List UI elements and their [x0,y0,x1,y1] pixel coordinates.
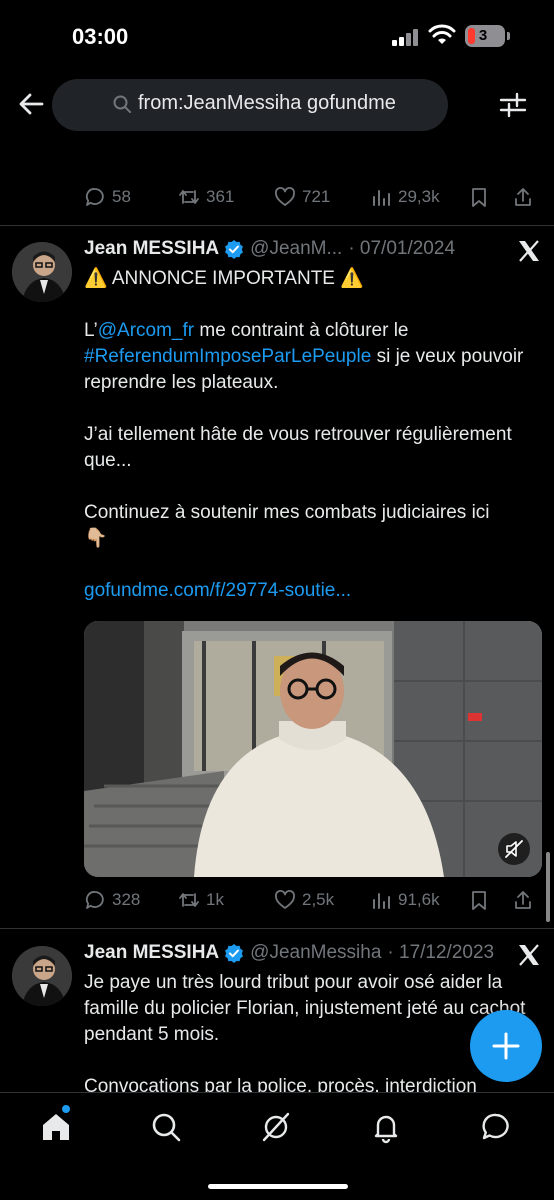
reply-button[interactable]: 58 [84,182,131,212]
notification-dot [62,1105,70,1113]
heart-icon [275,890,295,909]
speaker-muted-icon [505,840,523,858]
bookmark-icon [472,188,486,207]
x-logo-icon [519,944,539,966]
repost-count: 361 [206,187,235,206]
repost-icon [179,190,199,204]
home-indicator [208,1184,348,1189]
repost-button[interactable]: 361 [178,182,234,212]
messages-icon[interactable] [478,1109,514,1145]
heart-icon [275,187,295,206]
views-count: 29,3k [398,187,440,206]
like-count: 2,5k [302,890,335,909]
divider [0,225,554,226]
filter-sliders-icon[interactable] [496,88,530,122]
wifi-icon [428,24,456,44]
search-icon[interactable] [148,1109,184,1145]
tweet-paragraph: Je paye un très lourd tribut pour avoir … [84,972,526,1045]
repost-count: 1k [206,890,224,909]
repost-icon [179,893,199,907]
tweet-date: · 17/12/2023 [387,942,495,963]
mute-button[interactable] [498,833,530,865]
views-chart-icon [373,190,390,206]
search-input[interactable]: from:JeanMessiha gofundme [52,79,448,131]
tweet-body: Je paye un très lourd tribut pour avoir … [84,970,534,1092]
tweet-paragraph: Continuez à soutenir mes combats judicia… [84,500,534,552]
compose-button[interactable] [470,1010,542,1082]
views-count: 91,6k [398,890,440,909]
action-bar: 328 1k 2,5k 91,6k [84,885,544,915]
text-segment: me contraint à clôturer le [194,320,409,341]
scrollbar[interactable] [546,852,550,922]
author-handle: @JeanMessiha [250,942,382,963]
author-name[interactable]: Jean MESSIHA [84,942,219,964]
bookmark-button[interactable] [468,885,490,915]
reply-button[interactable]: 328 [84,885,140,915]
tweet-paragraph: Convocations par la police, procès, inte… [84,1076,477,1092]
mention-link[interactable]: @Arcom_fr [98,320,194,341]
reply-icon [85,891,104,909]
bookmark-button[interactable] [468,182,490,212]
cellular-signal-icon [392,28,422,46]
tweet-paragraph: L’@Arcom_fr me contraint à clôturer le #R… [84,318,534,396]
share-icon [515,891,531,909]
reply-count: 58 [112,187,131,206]
divider [0,928,554,929]
verified-badge-icon [225,944,244,963]
battery-icon: 3 [465,25,505,47]
share-icon [515,188,531,206]
share-button[interactable] [512,885,534,915]
like-button[interactable]: 2,5k [274,885,334,915]
tweet-headline: ⚠️ ANNONCE IMPORTANTE ⚠️ [84,268,364,289]
author-name[interactable]: Jean MESSIHA [84,238,219,260]
text-prefix: L’ [84,320,98,341]
x-logo-icon [519,240,539,262]
bookmark-icon [472,891,486,910]
search-icon [113,95,131,113]
views-button[interactable]: 91,6k [370,885,440,915]
author-handle: @JeanM... [250,238,343,259]
tweet-date: · 07/01/2024 [348,238,456,259]
text-segment: Continuez à soutenir mes combats judicia… [84,502,490,523]
grok-icon[interactable] [258,1109,294,1145]
video-player[interactable] [84,621,542,877]
tweet-header: Jean MESSIHA @JeanMessiha · 17/12/2023 [84,942,494,964]
reply-icon [85,188,104,206]
search-query: from:JeanMessiha gofundme [138,92,396,114]
views-button[interactable]: 29,3k [370,182,440,212]
status-bar: 03:00 3 [0,0,554,70]
battery-level: 3 [478,27,488,44]
plus-icon [492,1032,520,1060]
back-arrow-icon[interactable] [16,88,48,120]
share-button[interactable] [512,182,534,212]
views-chart-icon [373,893,390,909]
verified-badge-icon [225,240,244,259]
reply-count: 328 [112,890,141,909]
status-time: 03:00 [72,24,129,49]
repost-button[interactable]: 1k [178,885,224,915]
tweet-body: ⚠️ ANNONCE IMPORTANTE ⚠️ L’@Arcom_fr me … [84,266,534,604]
avatar[interactable] [12,242,72,302]
hashtag-link[interactable]: #ReferendumImposeParLePeuple [84,346,371,367]
video-frame [84,621,542,877]
pointing-down-emoji: 👇🏼 [84,528,108,549]
action-bar: 58 361 721 29,3k [84,182,544,212]
like-button[interactable]: 721 [274,182,330,212]
like-count: 721 [302,187,331,206]
tweet-paragraph: J’ai tellement hâte de vous retrouver ré… [84,424,512,471]
home-icon[interactable] [38,1109,74,1145]
avatar[interactable] [12,946,72,1006]
tweet-header: Jean MESSIHA @JeanM... · 07/01/2024 [84,238,455,260]
notifications-bell-icon[interactable] [368,1109,404,1145]
gofundme-link[interactable]: gofundme.com/f/29774-soutie... [84,578,534,604]
